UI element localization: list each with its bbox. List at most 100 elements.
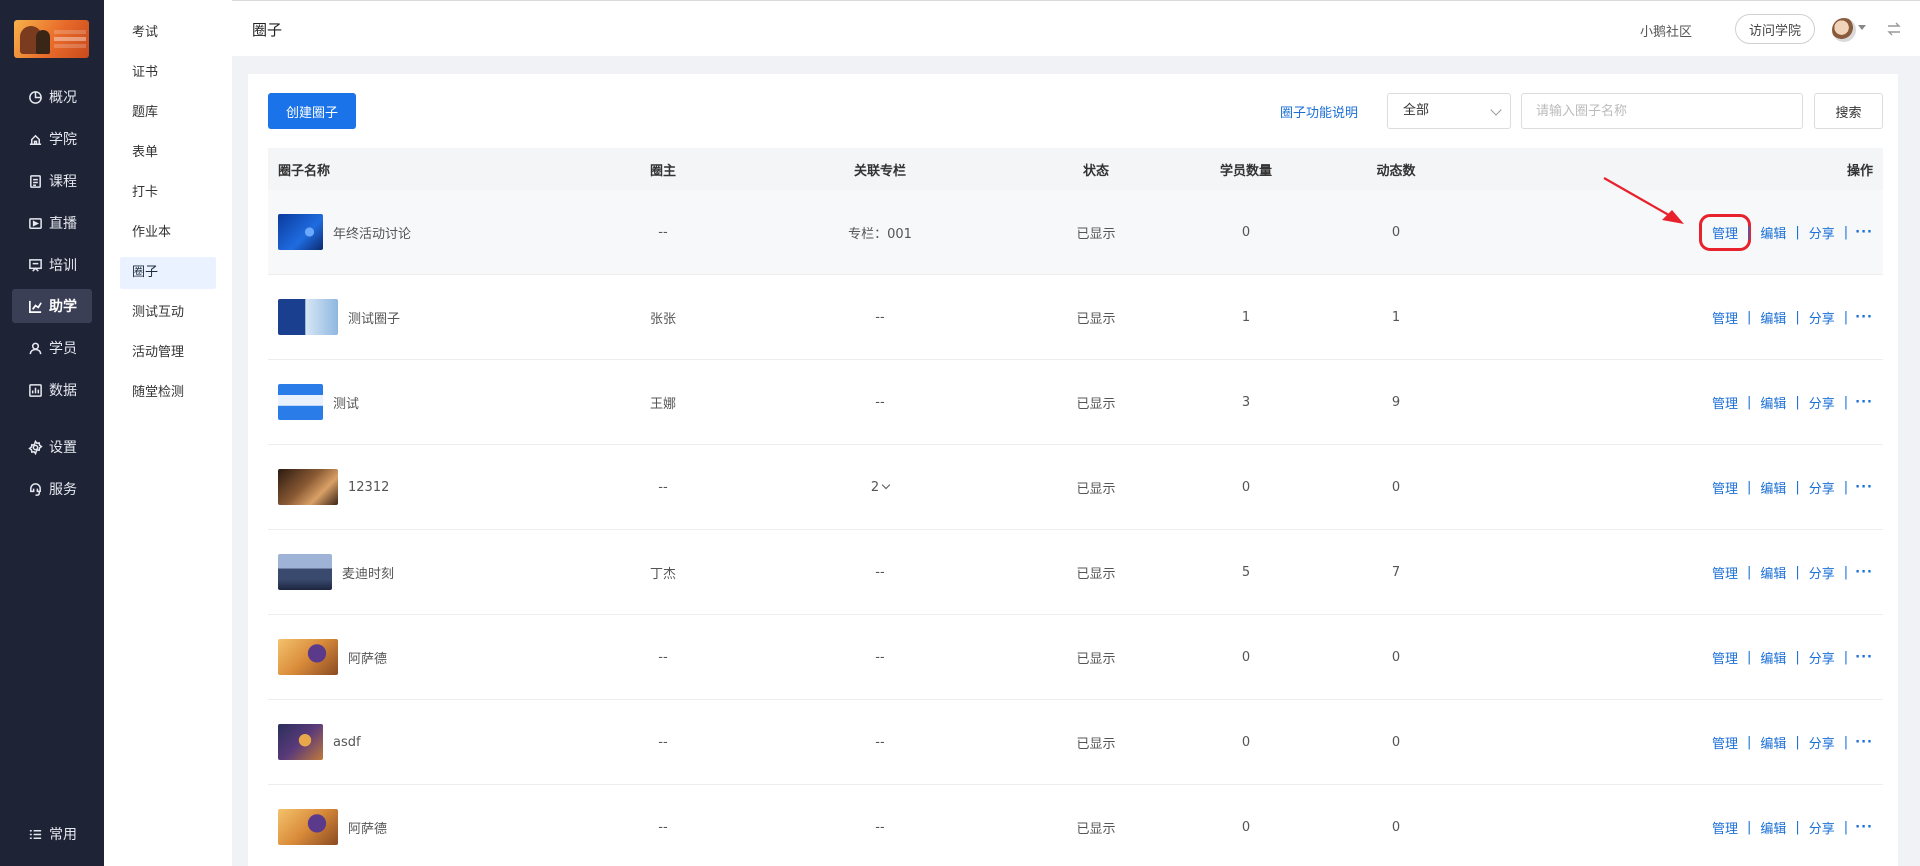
create-circle-button[interactable]: 创建圈子 [268, 93, 356, 129]
manage-link[interactable]: 管理 [1708, 308, 1742, 327]
manage-link[interactable]: 管理 [1708, 478, 1742, 497]
separator: | [1843, 649, 1849, 665]
edit-link[interactable]: 编辑 [1756, 648, 1790, 667]
edit-link[interactable]: 编辑 [1756, 563, 1790, 582]
share-link[interactable]: 分享 [1805, 733, 1839, 752]
circle-owner: -- [658, 479, 668, 495]
circle-status: 已显示 [1076, 566, 1116, 582]
nav-item-label: 学员 [49, 341, 77, 357]
circle-thumbnail [278, 724, 323, 760]
circle-help-link[interactable]: 圈子功能说明 [1280, 102, 1358, 121]
more-icon[interactable]: ··· [1853, 225, 1873, 240]
edit-link[interactable]: 编辑 [1756, 478, 1790, 497]
circle-posts: 0 [1391, 819, 1401, 835]
nav-item-data[interactable]: 数据 [12, 373, 92, 407]
status-filter-select[interactable]: 全部 [1387, 93, 1511, 129]
share-link[interactable]: 分享 [1805, 648, 1839, 667]
manage-link[interactable]: 管理 [1708, 563, 1742, 582]
nav-item-students[interactable]: 学员 [12, 331, 92, 365]
nav-item-academy[interactable]: 学院 [12, 122, 92, 156]
swap-icon[interactable] [1886, 21, 1902, 37]
circle-thumbnail [278, 469, 338, 505]
share-link[interactable]: 分享 [1805, 478, 1839, 497]
share-link[interactable]: 分享 [1805, 563, 1839, 582]
separator: | [1746, 479, 1752, 495]
subnav-item-exam[interactable]: 考试 [120, 17, 216, 49]
search-button[interactable]: 搜索 [1814, 93, 1883, 129]
share-link[interactable]: 分享 [1805, 223, 1839, 242]
circle-column: -- [875, 309, 885, 325]
edit-link[interactable]: 编辑 [1756, 393, 1790, 412]
manage-link[interactable]: 管理 [1698, 213, 1751, 251]
nav-item-training[interactable]: 培训 [12, 248, 92, 282]
circle-members: 0 [1241, 819, 1251, 835]
table-row[interactable]: 测试 王娜 -- 已显示 3 9 管理 | 编辑 | 分享 | ··· [268, 360, 1883, 445]
more-icon[interactable]: ··· [1853, 565, 1873, 580]
nav-item-label: 常用 [49, 827, 77, 843]
header-status: 状态 [1082, 163, 1109, 179]
table-row[interactable]: 12312 -- 2 已显示 0 0 管理 | 编辑 | 分享 | ··· [268, 445, 1883, 530]
subnav-item-form[interactable]: 表单 [120, 137, 216, 169]
subnav-item-test-interaction[interactable]: 测试互动 [120, 297, 216, 329]
brand-logo[interactable] [14, 20, 89, 58]
manage-link[interactable]: 管理 [1708, 818, 1742, 837]
subnav-item-quiz[interactable]: 随堂检测 [120, 377, 216, 409]
edit-link[interactable]: 编辑 [1756, 818, 1790, 837]
visit-academy-button[interactable]: 访问学院 [1735, 14, 1815, 44]
nav-item-course[interactable]: 课程 [12, 164, 92, 198]
circle-name: 年终活动讨论 [333, 226, 412, 242]
nav-item-settings[interactable]: 设置 [12, 430, 92, 464]
nav-item-study-aid[interactable]: 助学 [12, 289, 92, 323]
more-icon[interactable]: ··· [1853, 820, 1873, 835]
edit-link[interactable]: 编辑 [1756, 733, 1790, 752]
nav-item-overview[interactable]: 概况 [12, 80, 92, 114]
subnav-item-activity-management[interactable]: 活动管理 [120, 337, 216, 369]
community-link[interactable]: 小鹅社区 [1640, 21, 1692, 40]
table-row[interactable]: 阿萨德 -- -- 已显示 0 0 管理 | 编辑 | 分享 | ··· [268, 615, 1883, 700]
nav-item-service[interactable]: 服务 [12, 472, 92, 506]
table-row[interactable]: 阿萨德 -- -- 已显示 0 0 管理 | 编辑 | 分享 | ··· [268, 785, 1883, 866]
avatar[interactable] [1832, 18, 1856, 42]
circle-members: 5 [1241, 564, 1251, 580]
circle-posts: 0 [1391, 734, 1401, 750]
separator: | [1746, 564, 1752, 580]
subnav-item-circle[interactable]: 圈子 [120, 257, 216, 289]
subnav-item-question-bank[interactable]: 题库 [120, 97, 216, 129]
circle-name: asdf [333, 734, 361, 750]
share-link[interactable]: 分享 [1805, 308, 1839, 327]
subnav-item-checkin[interactable]: 打卡 [120, 177, 216, 209]
circle-status: 已显示 [1076, 396, 1116, 412]
share-link[interactable]: 分享 [1805, 818, 1839, 837]
manage-link[interactable]: 管理 [1708, 393, 1742, 412]
more-icon[interactable]: ··· [1853, 395, 1873, 410]
table-row[interactable]: asdf -- -- 已显示 0 0 管理 | 编辑 | 分享 | ··· [268, 700, 1883, 785]
nav-item-favorites[interactable]: 常用 [12, 817, 92, 851]
academy-icon [28, 132, 43, 147]
course-icon [28, 174, 43, 189]
nav-item-live[interactable]: 直播 [12, 206, 92, 240]
separator: | [1843, 734, 1849, 750]
more-icon[interactable]: ··· [1853, 310, 1873, 325]
manage-link[interactable]: 管理 [1708, 733, 1742, 752]
more-icon[interactable]: ··· [1853, 650, 1873, 665]
nav-item-label: 培训 [49, 258, 77, 274]
nav-item-label: 概况 [49, 90, 77, 106]
more-icon[interactable]: ··· [1853, 735, 1873, 750]
edit-link[interactable]: 编辑 [1756, 308, 1790, 327]
header-members: 学员数量 [1219, 163, 1272, 179]
share-link[interactable]: 分享 [1805, 393, 1839, 412]
table-row[interactable]: 麦迪时刻 丁杰 -- 已显示 5 7 管理 | 编辑 | 分享 | ··· [268, 530, 1883, 615]
chevron-down-icon[interactable] [1858, 25, 1866, 30]
subnav-item-homework[interactable]: 作业本 [120, 217, 216, 249]
menu-icon [28, 827, 43, 842]
table-row[interactable]: 测试圈子 张张 -- 已显示 1 1 管理 | 编辑 | 分享 | ··· [268, 275, 1883, 360]
circle-name-search-input[interactable] [1521, 93, 1803, 129]
circle-posts: 0 [1391, 224, 1401, 240]
circle-column-count: 2 [870, 479, 880, 495]
manage-link[interactable]: 管理 [1708, 648, 1742, 667]
subnav-item-certificate[interactable]: 证书 [120, 57, 216, 89]
header-name: 圈子名称 [278, 163, 331, 179]
more-icon[interactable]: ··· [1853, 480, 1873, 495]
circle-column[interactable]: 2 [785, 445, 975, 529]
edit-link[interactable]: 编辑 [1756, 223, 1790, 242]
